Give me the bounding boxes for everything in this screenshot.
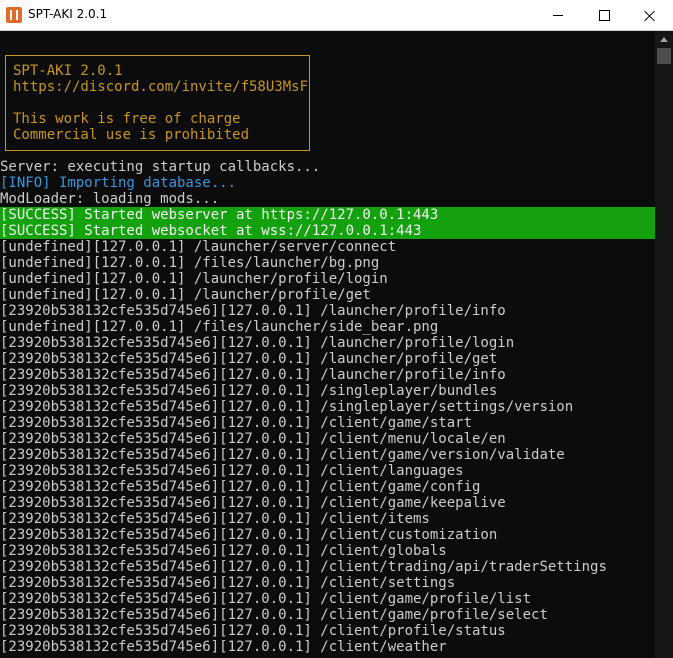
app-icon <box>6 7 22 23</box>
close-icon <box>644 10 656 22</box>
maximize-icon <box>598 10 610 21</box>
minimize-icon <box>553 15 563 16</box>
log-line: [23920b538132cfe535d745e6][127.0.0.1] /c… <box>0 511 430 527</box>
log-line: [INFO] Importing database... <box>0 175 237 191</box>
window-title: SPT-AKI 2.0.1 <box>28 7 108 21</box>
log-line: ModLoader: loading mods... <box>0 191 220 207</box>
banner-spacer <box>13 95 302 111</box>
banner-discord-link: https://discord.com/invite/f58U3MsF <box>13 79 309 95</box>
close-button[interactable] <box>627 0 673 31</box>
log-line: [23920b538132cfe535d745e6][127.0.0.1] /l… <box>0 367 506 383</box>
log-line: [23920b538132cfe535d745e6][127.0.0.1] /c… <box>0 607 548 623</box>
log-line: [23920b538132cfe535d745e6][127.0.0.1] /c… <box>0 591 532 607</box>
log-line: [23920b538132cfe535d745e6][127.0.0.1] /c… <box>0 447 565 463</box>
log-line: [23920b538132cfe535d745e6][127.0.0.1] /c… <box>0 575 456 591</box>
log-line: [undefined][127.0.0.1] /files/launcher/s… <box>0 319 439 335</box>
scrollbar-thumb[interactable] <box>657 48 671 64</box>
log-lines: Server: executing startup callbacks... [I… <box>0 159 655 655</box>
title-bar[interactable]: SPT-AKI 2.0.1 <box>0 0 673 31</box>
log-line: [23920b538132cfe535d745e6][127.0.0.1] /c… <box>0 479 481 495</box>
log-line: [23920b538132cfe535d745e6][127.0.0.1] /c… <box>0 415 473 431</box>
log-line: [undefined][127.0.0.1] /files/launcher/b… <box>0 255 380 271</box>
log-line: [SUCCESS] Started websocket at wss://127… <box>0 223 655 239</box>
banner-commercial-notice: Commercial use is prohibited <box>13 127 250 143</box>
startup-banner: SPT-AKI 2.0.1 https://discord.com/invite… <box>5 55 310 151</box>
minimize-button[interactable] <box>535 0 581 31</box>
log-line: [undefined][127.0.0.1] /launcher/profile… <box>0 271 388 287</box>
log-line: [SUCCESS] Started webserver at https://1… <box>0 207 655 223</box>
log-line: [23920b538132cfe535d745e6][127.0.0.1] /c… <box>0 431 506 447</box>
log-line: [23920b538132cfe535d745e6][127.0.0.1] /l… <box>0 351 498 367</box>
banner-free-notice: This work is free of charge <box>13 111 241 127</box>
vertical-scrollbar[interactable] <box>655 31 673 658</box>
log-line: [23920b538132cfe535d745e6][127.0.0.1] /l… <box>0 335 515 351</box>
log-line: [23920b538132cfe535d745e6][127.0.0.1] /l… <box>0 303 506 319</box>
log-line: [23920b538132cfe535d745e6][127.0.0.1] /c… <box>0 543 447 559</box>
maximize-button[interactable] <box>581 0 627 31</box>
banner-version: SPT-AKI 2.0.1 <box>13 63 123 79</box>
log-line: [23920b538132cfe535d745e6][127.0.0.1] /c… <box>0 559 607 575</box>
log-line: [23920b538132cfe535d745e6][127.0.0.1] /c… <box>0 495 506 511</box>
scroll-up-arrow-icon[interactable] <box>655 31 673 47</box>
console-output[interactable]: SPT-AKI 2.0.1 https://discord.com/invite… <box>0 31 655 658</box>
log-line: [undefined][127.0.0.1] /launcher/server/… <box>0 239 397 255</box>
log-line: [undefined][127.0.0.1] /launcher/profile… <box>0 287 371 303</box>
log-line: [23920b538132cfe535d745e6][127.0.0.1] /c… <box>0 527 498 543</box>
log-line: [23920b538132cfe535d745e6][127.0.0.1] /s… <box>0 383 498 399</box>
log-line: [23920b538132cfe535d745e6][127.0.0.1] /c… <box>0 623 506 639</box>
log-line: [23920b538132cfe535d745e6][127.0.0.1] /c… <box>0 463 464 479</box>
log-line: Server: executing startup callbacks... <box>0 159 321 175</box>
log-line: [23920b538132cfe535d745e6][127.0.0.1] /c… <box>0 639 447 655</box>
log-line: [23920b538132cfe535d745e6][127.0.0.1] /s… <box>0 399 574 415</box>
